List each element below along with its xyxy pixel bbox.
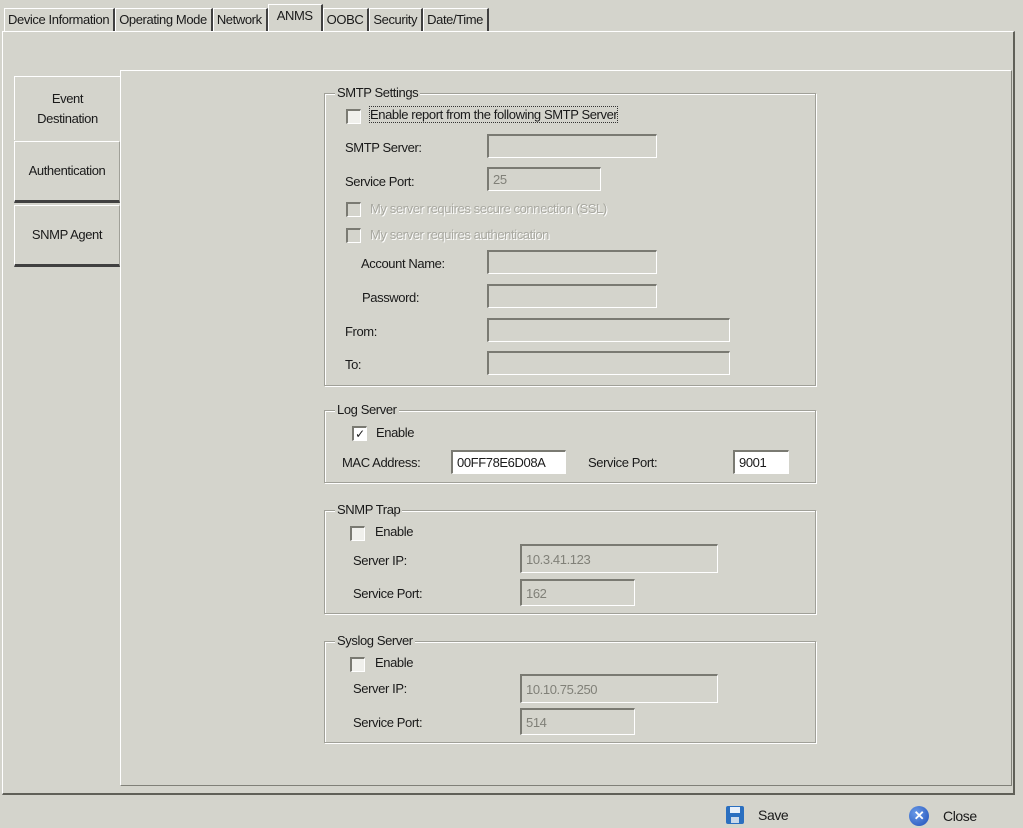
side-tab-snmp-agent[interactable]: SNMP Agent (14, 205, 120, 267)
snmp-trap-ip-label: Server IP: (353, 553, 407, 568)
tab-oobc[interactable]: OOBC (322, 8, 370, 31)
to-input[interactable] (487, 351, 730, 375)
snmp-trap-title: SNMP Trap (335, 502, 403, 517)
password-input[interactable] (487, 284, 657, 308)
top-tab-bar: Device Information Operating Mode Networ… (4, 4, 490, 32)
syslog-ip-input[interactable] (520, 674, 718, 703)
tab-device-information[interactable]: Device Information (4, 8, 116, 31)
tab-network[interactable]: Network (212, 8, 268, 31)
auth-checkbox[interactable] (346, 228, 361, 243)
log-server-enable-checkbox[interactable]: ✓ (352, 426, 367, 441)
account-name-input[interactable] (487, 250, 657, 274)
mac-address-input[interactable] (451, 450, 566, 474)
syslog-ip-label: Server IP: (353, 681, 407, 696)
tab-date-time[interactable]: Date/Time (423, 8, 490, 31)
snmp-trap-port-input[interactable] (520, 579, 635, 606)
smtp-server-input[interactable] (487, 134, 657, 158)
syslog-enable-label: Enable (375, 655, 414, 670)
syslog-port-label: Service Port: (353, 715, 423, 730)
smtp-settings-title: SMTP Settings (335, 85, 421, 100)
log-server-port-label: Service Port: (588, 455, 658, 470)
snmp-trap-ip-input[interactable] (520, 544, 718, 573)
mac-address-label: MAC Address: (342, 455, 421, 470)
close-label: Close (943, 808, 977, 824)
side-tab-authentication[interactable]: Authentication (14, 141, 120, 203)
smtp-server-label: SMTP Server: (345, 140, 422, 155)
log-server-port-input[interactable] (733, 450, 789, 474)
snmp-trap-port-label: Service Port: (353, 586, 423, 601)
snmp-trap-enable-checkbox[interactable] (350, 526, 365, 541)
tab-anms[interactable]: ANMS (267, 4, 323, 31)
from-label: From: (345, 324, 377, 339)
save-icon (726, 806, 744, 824)
side-tab-event-destination[interactable]: Event Destination (14, 76, 120, 140)
password-label: Password: (362, 290, 420, 305)
ssl-checkbox[interactable] (346, 202, 361, 217)
close-button[interactable]: ✕ Close (909, 806, 977, 826)
log-server-title: Log Server (335, 402, 399, 417)
syslog-server-title: Syslog Server (335, 633, 415, 648)
ssl-label: My server requires secure connection (SS… (370, 201, 607, 216)
log-server-enable-label: Enable (376, 425, 415, 440)
smtp-port-label: Service Port: (345, 174, 415, 189)
snmp-trap-enable-label: Enable (375, 524, 414, 539)
from-input[interactable] (487, 318, 730, 342)
syslog-enable-checkbox[interactable] (350, 657, 365, 672)
save-label: Save (758, 807, 789, 823)
tab-operating-mode[interactable]: Operating Mode (115, 8, 213, 31)
to-label: To: (345, 357, 362, 372)
smtp-enable-label[interactable]: Enable report from the following SMTP Se… (368, 106, 619, 123)
syslog-port-input[interactable] (520, 708, 635, 735)
save-button[interactable]: Save (726, 806, 789, 824)
tab-security[interactable]: Security (369, 8, 424, 31)
smtp-enable-checkbox[interactable] (346, 109, 361, 124)
close-icon: ✕ (909, 806, 929, 826)
account-name-label: Account Name: (361, 256, 445, 271)
auth-label: My server requires authentication (370, 227, 550, 242)
smtp-port-input[interactable] (487, 167, 601, 191)
